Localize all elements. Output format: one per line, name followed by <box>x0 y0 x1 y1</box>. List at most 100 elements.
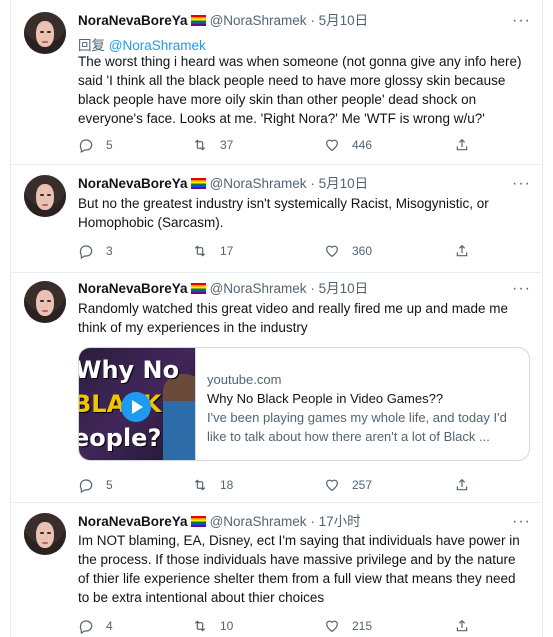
share-button[interactable] <box>454 617 482 635</box>
user-handle[interactable]: @NoraShramek <box>210 281 307 296</box>
avatar[interactable] <box>24 175 66 217</box>
play-icon[interactable] <box>121 392 151 422</box>
share-icon <box>454 137 470 153</box>
video-thumbnail[interactable]: Why No BLACK eople? <box>79 348 196 460</box>
reply-prefix: 回复 <box>78 38 105 53</box>
more-icon[interactable]: ··· <box>512 514 530 530</box>
separator-dot: · <box>310 13 315 28</box>
user-handle[interactable]: @NoraShramek <box>210 514 307 529</box>
tweet-actions: 4 10 215 <box>78 617 528 635</box>
retweet-count: 37 <box>220 138 234 152</box>
rainbow-flag-icon <box>190 15 206 26</box>
tweet-header: NoraNevaBoreYa @NoraShramek · 5月10日 <box>78 13 368 29</box>
heart-icon <box>324 618 340 634</box>
rainbow-flag-icon <box>190 283 206 294</box>
avatar[interactable] <box>24 12 66 54</box>
retweet-icon <box>192 137 208 153</box>
retweet-button[interactable]: 17 <box>192 242 233 260</box>
separator-dot: · <box>310 176 315 191</box>
tweet-actions: 5 18 257 <box>78 476 528 494</box>
display-name[interactable]: NoraNevaBoreYa <box>78 281 188 296</box>
like-button[interactable]: 446 <box>324 136 372 154</box>
retweet-count: 17 <box>220 244 234 258</box>
tweet-text: The worst thing i heard was when someone… <box>78 54 522 126</box>
like-button[interactable]: 215 <box>324 617 372 635</box>
thumbnail-text-line: eople? <box>79 424 162 452</box>
tweet-actions: 5 37 446 <box>78 136 528 154</box>
reply-button[interactable]: 5 <box>78 476 113 494</box>
timestamp[interactable]: 5月10日 <box>319 176 369 191</box>
reply-count: 5 <box>106 138 113 152</box>
card-description: like to talk about how there aren't a lo… <box>207 429 490 444</box>
heart-icon <box>324 137 340 153</box>
reply-button[interactable]: 3 <box>78 242 113 260</box>
like-count: 360 <box>352 244 373 258</box>
display-name[interactable]: NoraNevaBoreYa <box>78 176 188 191</box>
more-icon[interactable]: ··· <box>512 281 530 297</box>
card-title: Why No Black People in Video Games?? <box>207 391 444 406</box>
heart-icon <box>324 477 340 493</box>
retweet-icon <box>192 243 208 259</box>
like-count: 257 <box>352 478 373 492</box>
tweet-text: Im NOT blaming, EA, Disney, ect I'm sayi… <box>78 533 520 605</box>
replying-to: 回复 @NoraShramek <box>78 34 206 54</box>
share-button[interactable] <box>454 136 482 154</box>
display-name[interactable]: NoraNevaBoreYa <box>78 514 188 529</box>
tweet[interactable]: NoraNevaBoreYa @NoraShramek · 17小时 ··· Im… <box>10 503 541 637</box>
like-count: 446 <box>352 138 373 152</box>
user-handle[interactable]: @NoraShramek <box>210 176 307 191</box>
reply-icon <box>78 618 94 634</box>
reply-count: 3 <box>106 244 113 258</box>
rainbow-flag-icon <box>190 178 206 189</box>
tweet-text: But no the greatest industry isn't syste… <box>78 196 489 230</box>
separator-dot: · <box>310 281 315 296</box>
card-meta: youtube.com Why No Black People in Video… <box>207 370 521 446</box>
tweet-actions: 3 17 360 <box>78 242 528 260</box>
reply-count: 4 <box>106 619 113 633</box>
avatar[interactable] <box>24 513 66 555</box>
reply-icon <box>78 137 94 153</box>
card-description: I've been playing games my whole life, a… <box>207 410 507 425</box>
retweet-count: 10 <box>220 619 234 633</box>
retweet-button[interactable]: 18 <box>192 476 233 494</box>
retweet-count: 18 <box>220 478 234 492</box>
retweet-icon <box>192 618 208 634</box>
retweet-button[interactable]: 37 <box>192 136 233 154</box>
share-button[interactable] <box>454 242 482 260</box>
more-icon[interactable]: ··· <box>512 13 530 29</box>
timestamp[interactable]: 17小时 <box>319 514 361 529</box>
tweet[interactable]: NoraNevaBoreYa @NoraShramek · 5月10日 ··· B… <box>10 165 541 273</box>
heart-icon <box>324 243 340 259</box>
share-icon <box>454 243 470 259</box>
reply-icon <box>78 243 94 259</box>
tweet[interactable]: NoraNevaBoreYa @NoraShramek · 5月10日 ··· R… <box>10 273 541 503</box>
share-button[interactable] <box>454 476 482 494</box>
like-button[interactable]: 360 <box>324 242 372 260</box>
rainbow-flag-icon <box>190 516 206 527</box>
card-domain: youtube.com <box>207 372 282 387</box>
tweet[interactable]: NoraNevaBoreYa @NoraShramek · 5月10日 ··· 回… <box>10 0 541 165</box>
reply-to-link[interactable]: @NoraShramek <box>109 38 206 53</box>
timestamp[interactable]: 5月10日 <box>319 13 369 28</box>
separator-dot: · <box>310 514 315 529</box>
share-icon <box>454 477 470 493</box>
timestamp[interactable]: 5月10日 <box>319 281 369 296</box>
link-card[interactable]: Why No BLACK eople? youtube.com Why No B… <box>78 347 530 461</box>
display-name[interactable]: NoraNevaBoreYa <box>78 13 188 28</box>
reply-count: 5 <box>106 478 113 492</box>
tweet-header: NoraNevaBoreYa @NoraShramek · 17小时 <box>78 514 361 530</box>
reply-icon <box>78 477 94 493</box>
tweet-header: NoraNevaBoreYa @NoraShramek · 5月10日 <box>78 176 368 192</box>
tweet-header: NoraNevaBoreYa @NoraShramek · 5月10日 <box>78 281 368 297</box>
reply-button[interactable]: 4 <box>78 617 113 635</box>
like-button[interactable]: 257 <box>324 476 372 494</box>
user-handle[interactable]: @NoraShramek <box>210 13 307 28</box>
reply-button[interactable]: 5 <box>78 136 113 154</box>
tweet-text: Randomly watched this great video and re… <box>78 301 508 335</box>
share-icon <box>454 618 470 634</box>
thumbnail-character <box>163 374 195 460</box>
more-icon[interactable]: ··· <box>512 176 530 192</box>
avatar[interactable] <box>24 281 66 323</box>
retweet-button[interactable]: 10 <box>192 617 233 635</box>
thumbnail-text-line: Why No <box>79 356 180 384</box>
